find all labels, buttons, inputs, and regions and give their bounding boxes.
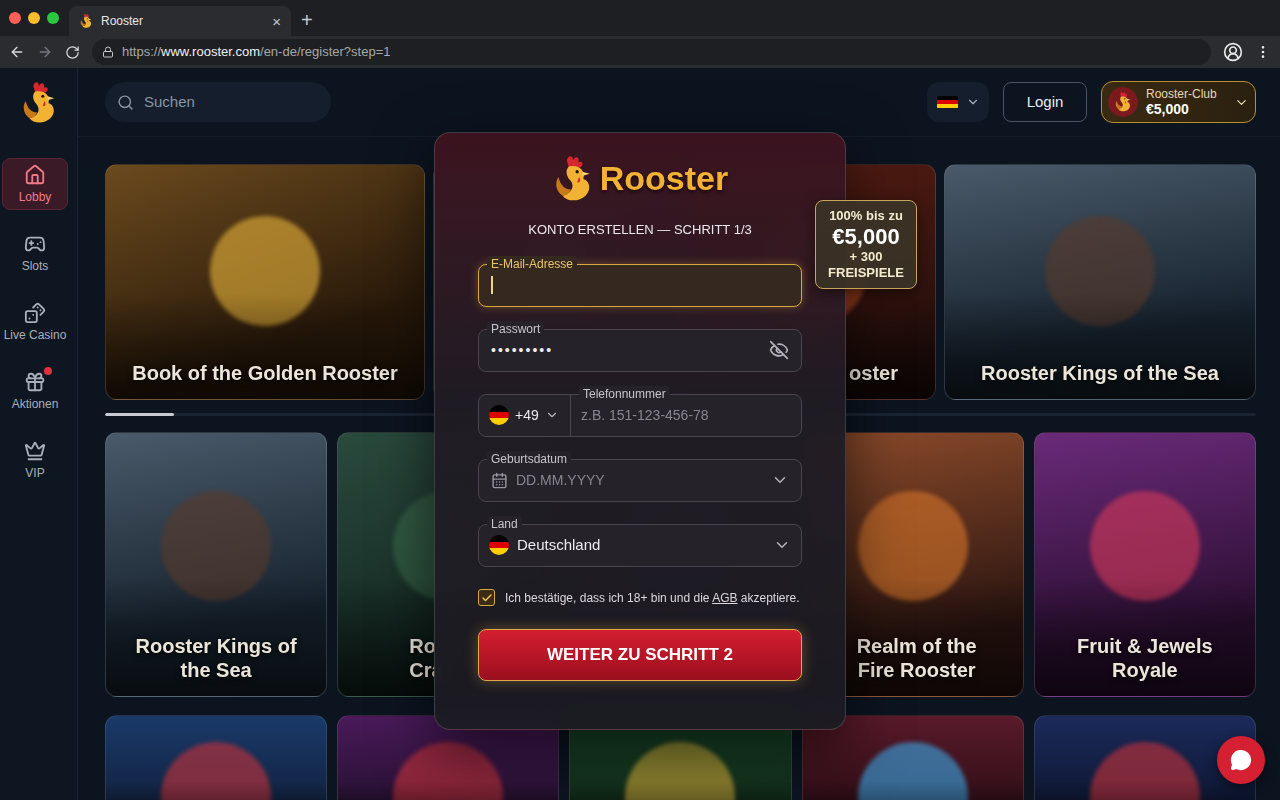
new-tab-button[interactable]: + (301, 10, 313, 30)
text-caret (491, 276, 493, 294)
calendar-icon (491, 472, 508, 489)
bonus-badge: 100% bis zu€5,000+ 300FREISPIELE (815, 200, 917, 289)
app: Rooster × + https://www.rooster.com/en-de/r… (0, 0, 1280, 800)
sidebar-item[interactable]: Live Casino (2, 296, 68, 348)
club-rooster-icon (1114, 91, 1132, 113)
game-title: Rooster Kings ofthe Sea (106, 634, 326, 696)
germany-flag-icon (937, 96, 958, 109)
browser-tab[interactable]: Rooster × (69, 6, 291, 36)
address-bar: https://www.rooster.com/en-de/register?s… (0, 36, 1280, 68)
password-field[interactable]: Passwort••••••••• (478, 329, 802, 372)
search-field[interactable]: Suchen (105, 82, 331, 122)
registration-modal: Rooster KONTO ERSTELLEN — SCHRITT 1/3 E-Ma… (434, 132, 846, 730)
minimize-window-button[interactable] (28, 12, 40, 24)
gift-icon (24, 371, 46, 393)
modal-heading: KONTO ERSTELLEN — SCHRITT 1/3 (528, 220, 751, 240)
phone-field[interactable]: Telefonnummer+49z.B. 151-123-456-78 (478, 394, 802, 437)
reload-icon[interactable] (65, 45, 80, 60)
game-card[interactable] (105, 715, 327, 800)
germany-flag-icon (489, 405, 509, 425)
field-label: Telefonnummer (579, 386, 670, 402)
password-value: ••••••••• (491, 340, 769, 361)
tab-close-button[interactable]: × (272, 14, 281, 29)
slot-machine-icon (24, 233, 46, 255)
sidebar-item[interactable]: Lobby (2, 158, 68, 210)
language-select[interactable] (927, 82, 989, 122)
country-value: Deutschland (517, 534, 765, 557)
country-code-select[interactable]: +49 (479, 395, 571, 436)
lock-icon (102, 46, 114, 58)
game-card[interactable]: Fruit & JewelsRoyale (1034, 432, 1256, 697)
sidebar: Lobby Slots Live Casino Aktionen VIP (0, 68, 78, 800)
game-card[interactable]: Rooster Kings ofthe Sea (105, 432, 327, 697)
eye-off-icon[interactable] (769, 340, 789, 360)
consent-checkbox[interactable] (478, 589, 495, 606)
back-icon[interactable] (9, 44, 25, 60)
game-title: Fruit & JewelsRoyale (1035, 634, 1255, 696)
main: Suchen Login Rooster-Club€5,000 Book of the… (78, 68, 1280, 800)
game-card[interactable]: Rooster Kings of the Sea (944, 164, 1256, 400)
top-bar: Suchen Login Rooster-Club€5,000 (78, 68, 1280, 137)
select-field[interactable]: LandDeutschland (478, 524, 802, 567)
date-placeholder: DD.MM.YYYY (516, 470, 763, 491)
chevron-down-icon (773, 536, 791, 554)
rooster-logo-icon (20, 80, 58, 126)
modal-logo: Rooster (552, 153, 728, 204)
home-icon (24, 164, 46, 186)
chat-icon (1230, 749, 1252, 771)
menu-icon[interactable] (1255, 44, 1271, 60)
search-icon (117, 94, 134, 111)
text-field[interactable]: E-Mail-Adresse (478, 264, 802, 307)
favicon-icon (79, 13, 93, 29)
game-card[interactable]: Book of the Golden Rooster (105, 164, 425, 400)
notification-dot (44, 367, 52, 375)
chat-button[interactable] (1217, 736, 1265, 784)
club-balance-button[interactable]: Rooster-Club€5,000 (1101, 81, 1256, 123)
phone-placeholder: z.B. 151-123-456-78 (571, 405, 709, 426)
date-field[interactable]: GeburtsdatumDD.MM.YYYY (478, 459, 802, 502)
check-icon (481, 592, 493, 604)
login-button[interactable]: Login (1003, 82, 1087, 122)
browser-tab-bar: Rooster × + (0, 0, 1280, 36)
chevron-down-icon (545, 408, 559, 422)
url-field[interactable]: https://www.rooster.com/en-de/register?s… (92, 39, 1211, 65)
chevron-down-icon (771, 471, 789, 489)
chips-icon (24, 302, 46, 324)
chevron-down-icon (1234, 95, 1249, 110)
field-label: Geburtsdatum (487, 451, 571, 467)
field-label: Passwort (487, 321, 544, 337)
maximize-window-button[interactable] (47, 12, 59, 24)
tab-title: Rooster (101, 12, 264, 30)
sidebar-item[interactable]: Aktionen (2, 365, 68, 417)
sidebar-item[interactable]: VIP (2, 434, 68, 486)
game-title: Rooster Kings of the Sea (945, 361, 1255, 399)
field-label: E-Mail-Adresse (487, 256, 577, 272)
game-title: Book of the Golden Rooster (106, 361, 424, 399)
forward-icon[interactable] (37, 44, 53, 60)
germany-flag-icon (489, 535, 509, 555)
chevron-down-icon (966, 95, 980, 109)
consent-row[interactable]: Ich bestätige, dass ich 18+ bin und die … (478, 589, 802, 607)
crown-icon (24, 440, 46, 462)
close-window-button[interactable] (9, 12, 21, 24)
continue-button[interactable]: WEITER ZU SCHRITT 2 (478, 629, 802, 681)
field-label: Land (487, 516, 522, 532)
sidebar-item[interactable]: Slots (2, 227, 68, 279)
terms-link[interactable]: AGB (712, 591, 737, 605)
rooster-logo-icon (552, 154, 594, 204)
profile-icon[interactable] (1223, 42, 1243, 62)
